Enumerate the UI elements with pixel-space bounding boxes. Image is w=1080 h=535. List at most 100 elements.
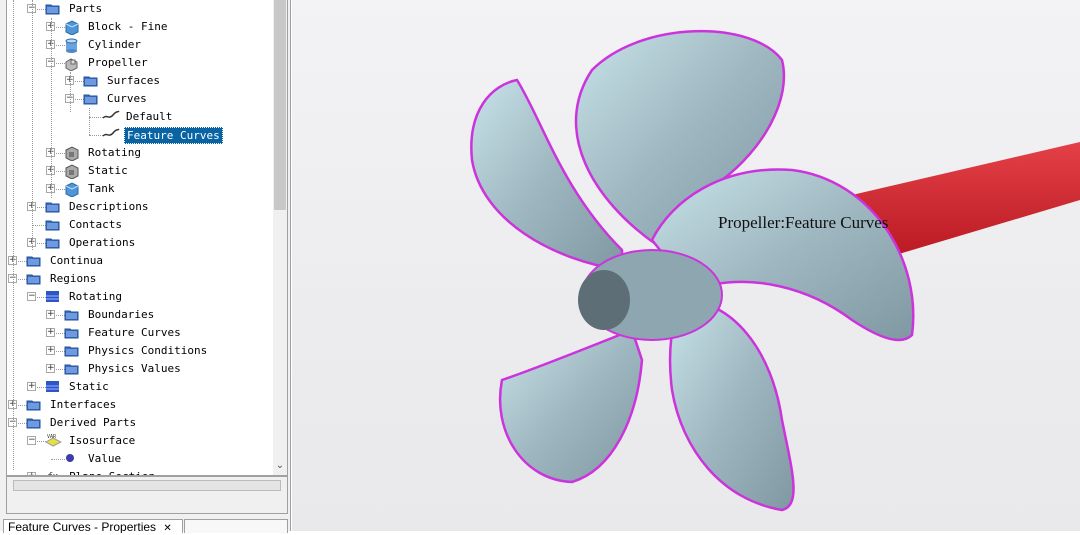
folder-icon [45,200,60,213]
tree-item[interactable]: + Interfaces [7,396,277,414]
block-part-icon [64,20,79,36]
tree-item[interactable]: − Parts [7,0,277,18]
tree-item[interactable]: − Curves [7,90,277,108]
tree-item-label: Isosurface [69,434,136,447]
tree-guide-line [32,0,33,250]
tree-item[interactable]: − Regions [7,270,277,288]
simulation-tree: − Parts + Block - Fine + Cylinder − Propeller + S… [6,0,288,476]
tree-item-label: Physics Conditions [88,344,208,357]
tree-guide-line [51,18,52,198]
tree-connector [51,459,65,460]
tree-item-label: Physics Values [88,362,181,375]
tree-item-label: Regions [50,272,97,285]
tree-item[interactable]: + Physics Conditions [7,342,277,360]
tree-item[interactable]: + Surfaces [7,72,277,90]
tree-item-label: Tank [88,182,115,195]
cylinder-part-icon [64,38,79,53]
folder-icon [64,308,79,321]
folder-icon [26,272,41,285]
tree-item-label: Descriptions [69,200,149,213]
folder-icon [64,362,79,375]
tree-guide-line [13,0,14,470]
tree-item[interactable]: + Block - Fine [7,18,277,36]
tree-connector [32,225,46,226]
tree-item[interactable]: + Feature Curves [7,324,277,342]
tree-connector [89,117,103,118]
tree-item-label: Static [88,164,128,177]
tree-guide-line [89,108,90,135]
tree-item[interactable]: Value [7,450,277,468]
tree-item-label: Feature Curves [88,326,181,339]
tree-item-label: Parts [69,2,103,15]
tree-item-label: Surfaces [107,74,160,87]
tree-item[interactable]: + Rotating [7,144,277,162]
tree-guide-line [70,72,71,112]
folder-icon [45,236,60,249]
folder-icon [26,254,41,267]
expand-icon[interactable]: + [46,328,55,337]
folder-icon [83,92,98,105]
folder-icon [83,74,98,87]
svg-text:VAR: VAR [47,434,57,440]
region-icon [45,290,60,303]
tree-item-label: Interfaces [50,398,117,411]
close-icon[interactable]: ✕ [163,523,171,533]
expand-icon[interactable]: + [46,364,55,373]
tree-item-label: Value [88,452,122,465]
expand-icon[interactable]: + [46,346,55,355]
tree-item[interactable]: Default [7,108,277,126]
tree-item[interactable]: + Tank [7,180,277,198]
region-icon [45,380,60,393]
properties-tab-label: Feature Curves - Properties [8,520,157,533]
tree-item[interactable]: +fxPlane Section [7,468,277,475]
propeller-scene [470,30,1080,512]
scroll-down-arrow-icon[interactable]: ⌄ [274,460,286,474]
tree-item-label: Propeller [88,56,148,69]
tree-item[interactable]: Contacts [7,216,277,234]
collapse-icon[interactable]: − [27,292,36,301]
tree-item-label: Cylinder [88,38,141,51]
tree-item[interactable]: + Continua [7,252,277,270]
tree-item-label: Block - Fine [88,20,168,33]
tree-item[interactable]: + Cylinder [7,36,277,54]
tree-item[interactable]: + Static [7,162,277,180]
tree-item[interactable]: + Boundaries [7,306,277,324]
tree-item[interactable]: Feature Curves [7,126,277,144]
tree-vertical-scrollbar[interactable]: ⌄ [273,0,287,475]
folder-icon [45,2,60,15]
tree-item-label: Default [126,110,173,123]
tree-item-label: Rotating [88,146,141,159]
folder-icon [64,326,79,339]
tree-item-label: Curves [107,92,147,105]
mesh-part-icon [64,146,79,162]
tree-item-label: Boundaries [88,308,155,321]
folder-icon [26,398,41,411]
hub-end-cap [578,270,630,330]
expand-icon[interactable]: + [46,310,55,319]
tree-item-label: Contacts [69,218,122,231]
mesh-part-icon [64,164,79,180]
scrollbar-thumb[interactable] [274,0,286,210]
tree-item-label: Rotating [69,290,122,303]
tree-item[interactable]: + Static [7,378,277,396]
tree-item-label: Continua [50,254,103,267]
tree-horizontal-scrollbar[interactable] [13,480,281,491]
tree-item-label: Plane Section [67,469,157,475]
curve-icon [102,128,120,141]
3d-viewport[interactable]: Propeller:Feature Curves [292,0,1080,531]
tree-item[interactable]: − Rotating [7,288,277,306]
folder-icon [64,344,79,357]
isosurface-icon: VAR [44,434,63,447]
folder-icon [26,416,41,429]
tree-item[interactable]: + Descriptions [7,198,277,216]
tree-item[interactable]: − Propeller [7,54,277,72]
collapse-icon[interactable]: − [27,436,36,445]
tree-item[interactable]: + Operations [7,234,277,252]
tree-item[interactable]: − VAR Isosurface [7,432,277,450]
cad-part-icon [64,56,79,72]
expand-icon[interactable]: + [27,382,36,391]
tree-item-label: Derived Parts [50,416,137,429]
tree-item[interactable]: + Physics Values [7,360,277,378]
tree-item[interactable]: − Derived Parts [7,414,277,432]
tree-item-label: Operations [69,236,136,249]
